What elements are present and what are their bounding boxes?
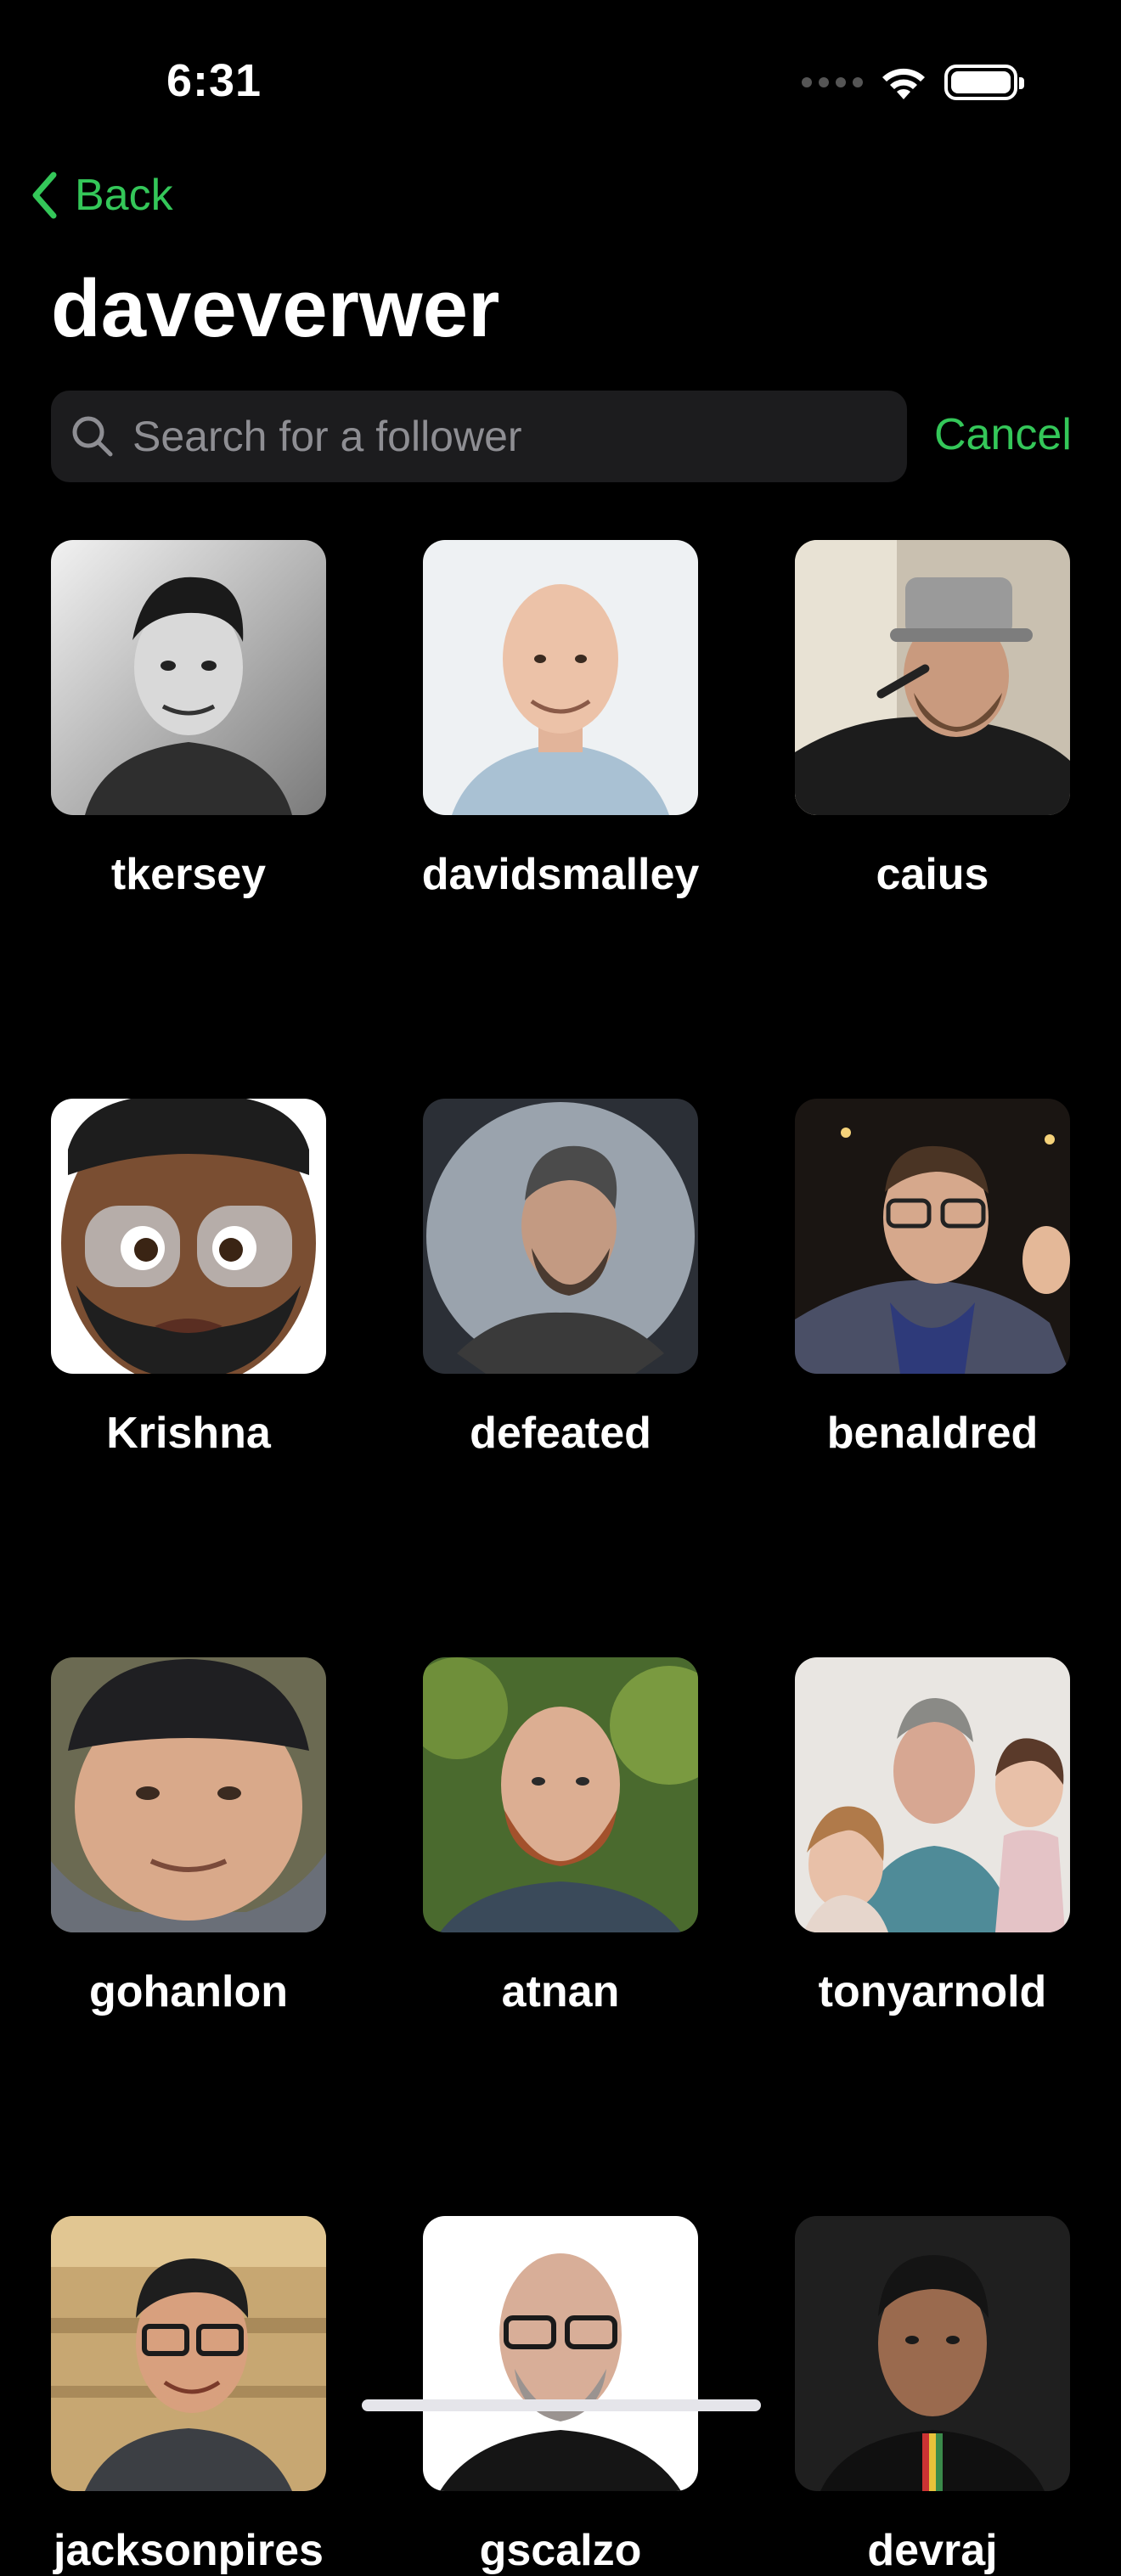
follower-avatar — [51, 2216, 326, 2491]
follower-card[interactable]: jacksonpires — [51, 2216, 326, 2576]
follower-card[interactable]: caius — [795, 540, 1070, 900]
back-label: Back — [75, 171, 173, 220]
follower-card[interactable]: benaldred — [795, 1099, 1070, 1459]
follower-avatar — [795, 540, 1070, 815]
follower-username: defeated — [470, 1409, 651, 1458]
follower-card[interactable]: gscalzo — [423, 2216, 698, 2576]
follower-username: devraj — [867, 2526, 998, 2575]
status-bar-time: 6:31 — [166, 55, 262, 106]
follower-avatar — [795, 2216, 1070, 2491]
search-input[interactable] — [132, 412, 880, 461]
follower-username: gscalzo — [479, 2526, 642, 2575]
follower-username: Krishna — [106, 1409, 271, 1458]
follower-card[interactable]: atnan — [423, 1657, 698, 2017]
follower-grid: tkersey davidsmalley caius Krishna defea… — [51, 540, 1070, 2576]
follower-username: tonyarnold — [818, 1967, 1047, 2016]
wifi-icon — [878, 64, 929, 101]
follower-username: davidsmalley — [421, 850, 700, 899]
search-icon — [70, 413, 115, 459]
follower-avatar — [795, 1657, 1070, 1932]
back-button[interactable]: Back — [31, 170, 173, 221]
follower-card[interactable]: Krishna — [51, 1099, 326, 1459]
chevron-left-icon — [31, 172, 58, 219]
follower-avatar — [51, 1657, 326, 1932]
status-bar-icons — [802, 63, 1024, 102]
follower-username: tkersey — [110, 850, 267, 899]
follower-username: benaldred — [826, 1409, 1039, 1458]
follower-card[interactable]: defeated — [423, 1099, 698, 1459]
follower-avatar — [423, 540, 698, 815]
follower-username: atnan — [501, 1967, 620, 2016]
page-title: daveverwer — [51, 263, 500, 354]
follower-card[interactable]: devraj — [795, 2216, 1070, 2576]
battery-icon — [944, 65, 1024, 100]
follower-avatar — [51, 540, 326, 815]
follower-avatar — [423, 1657, 698, 1932]
follower-avatar — [423, 1099, 698, 1374]
home-indicator[interactable] — [362, 2399, 761, 2411]
follower-avatar — [423, 2216, 698, 2491]
follower-username: caius — [876, 850, 989, 899]
follower-avatar — [795, 1099, 1070, 1374]
cancel-button[interactable]: Cancel — [934, 409, 1072, 460]
follower-avatar — [51, 1099, 326, 1374]
cellular-signal-icon — [802, 77, 863, 87]
follower-username: jacksonpires — [54, 2526, 324, 2575]
follower-username: gohanlon — [89, 1967, 288, 2016]
follower-card[interactable]: gohanlon — [51, 1657, 326, 2017]
follower-card[interactable]: davidsmalley — [421, 540, 700, 900]
search-field[interactable] — [51, 391, 907, 482]
follower-card[interactable]: tonyarnold — [795, 1657, 1070, 2017]
follower-card[interactable]: tkersey — [51, 540, 326, 900]
